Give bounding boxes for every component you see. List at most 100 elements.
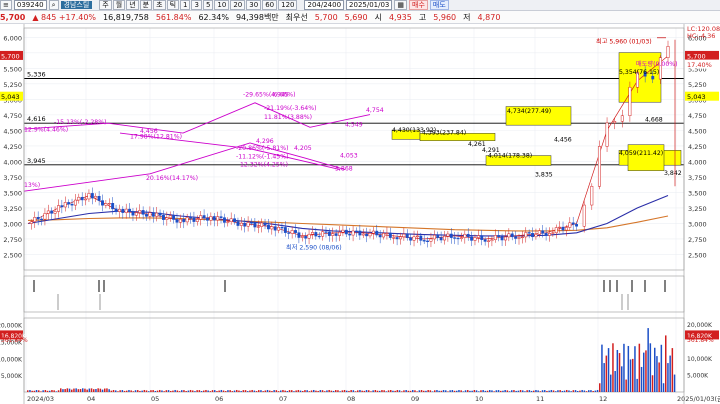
- volume-bar: [196, 390, 198, 392]
- volume-bar: [563, 390, 566, 392]
- volume-bar: [165, 390, 168, 392]
- volume-bar: [266, 389, 269, 392]
- volume-bar: [555, 391, 557, 392]
- period-tab-1[interactable]: 월: [112, 0, 126, 10]
- y-tick-label-right: 4,000: [688, 158, 707, 166]
- stock-chart[interactable]: 5,336 4,616 3,945 최고 5,960 (01/03) 최저 2,590…: [0, 24, 720, 404]
- volume-bar: [640, 366, 643, 392]
- period-tab-12[interactable]: 60: [262, 0, 278, 10]
- volume-bar: [205, 389, 207, 392]
- candle-body: [409, 237, 413, 241]
- calendar-icon[interactable]: ▦: [394, 0, 408, 10]
- candle-body: [459, 237, 463, 239]
- candle-body: [613, 121, 617, 124]
- volume-bar: [95, 389, 97, 392]
- candle-body: [463, 233, 467, 238]
- period-tab-10[interactable]: 20: [230, 0, 246, 10]
- candle-body: [260, 222, 264, 227]
- period-tab-5[interactable]: 틱: [166, 0, 180, 10]
- volume-bar: [42, 390, 44, 392]
- sell-button[interactable]: 매도: [429, 0, 449, 10]
- volume-bar: [328, 389, 330, 392]
- candle-body: [351, 230, 355, 236]
- period-tab-3[interactable]: 분: [139, 0, 153, 10]
- period-tab-2[interactable]: 년: [126, 0, 139, 10]
- chart-annotation: 4,754: [366, 107, 384, 114]
- volume-bar: [436, 390, 438, 392]
- volume-bar: [451, 390, 454, 392]
- period-tab-9[interactable]: 10: [214, 0, 230, 10]
- volume-bar: [346, 390, 348, 392]
- volume-bar: [141, 390, 143, 392]
- volume-bar: [491, 390, 493, 392]
- search-icon[interactable]: ⌕: [48, 0, 59, 10]
- stock-code-input[interactable]: 039240: [13, 0, 47, 10]
- volume-bar: [418, 390, 421, 392]
- candle-body: [548, 233, 551, 236]
- volume-bar: [51, 390, 53, 392]
- y-tick-label: 4,000: [3, 158, 22, 166]
- stock-name[interactable]: 경남스틸: [60, 1, 93, 9]
- candle-body: [107, 203, 111, 205]
- period-tab-0[interactable]: 주: [99, 0, 112, 10]
- candle-body: [101, 200, 104, 206]
- volume-bar: [502, 390, 504, 392]
- candle-body: [158, 212, 162, 216]
- period-tab-6[interactable]: 1: [180, 0, 191, 10]
- data-range-input[interactable]: 204/2400: [304, 0, 345, 10]
- period-tab-7[interactable]: 3: [191, 0, 202, 10]
- candle-body: [94, 195, 98, 199]
- volume-bar: [275, 390, 278, 392]
- period-tab-8[interactable]: 5: [202, 0, 214, 10]
- volume-bar: [482, 390, 484, 392]
- low-price: 4,870: [477, 12, 501, 22]
- price-change: ▲ 845 +17.40%: [32, 12, 97, 22]
- candle-body: [189, 217, 192, 219]
- volume-bar: [511, 390, 513, 392]
- y-tick-label-right: 5,250: [688, 81, 707, 89]
- period-tab-4[interactable]: 초: [153, 0, 166, 10]
- chart-toolbar: ≡ 039240 ⌕ 경남스틸 주 월 년 분 초 틱 1 3 5 10 20 30 60 120 204…: [0, 0, 720, 11]
- date-input[interactable]: 2025/01/03: [346, 0, 393, 10]
- volume-bar: [401, 391, 403, 392]
- menu-button[interactable]: ≡: [0, 0, 12, 10]
- volume-bar: [577, 390, 579, 392]
- chart-annotation: -21.19%(-3.64%): [264, 105, 317, 112]
- candle-body: [544, 233, 548, 236]
- volume-bar: [368, 390, 370, 392]
- period-tab-11[interactable]: 30: [246, 0, 262, 10]
- buy-button[interactable]: 매수: [409, 0, 428, 10]
- candle-body: [321, 231, 325, 237]
- volume-bar: [271, 391, 273, 392]
- chart-annotation: 20.16%(14.17%): [146, 175, 198, 182]
- candle-body: [388, 232, 392, 238]
- y-tick-label-right: 3,500: [688, 189, 707, 197]
- volume-bar: [343, 389, 346, 392]
- volume-bar: [423, 390, 425, 392]
- left-price-tag-text: 5,700: [1, 52, 20, 60]
- candle-body: [246, 222, 250, 227]
- candle-body: [510, 233, 514, 238]
- volume-bar: [77, 389, 80, 392]
- candle-body: [666, 46, 670, 58]
- volume-bar: [431, 391, 434, 392]
- candle-body: [175, 219, 179, 223]
- period-tab-13[interactable]: 120: [278, 0, 298, 10]
- y-tick-label: 2,750: [3, 236, 22, 244]
- volume-bar: [101, 389, 104, 392]
- candle-body: [70, 203, 74, 206]
- volume-bar: [181, 390, 183, 392]
- candle-body: [575, 224, 579, 227]
- candle-body: [395, 237, 399, 240]
- candle-body: [29, 221, 33, 224]
- chart-annotation: 최저 2,590 (08/06): [286, 244, 342, 252]
- volume-bar: [174, 389, 176, 392]
- volume-bar: [508, 391, 511, 392]
- volume-bar: [447, 391, 449, 392]
- candle-body: [436, 234, 440, 238]
- candle-body: [341, 229, 345, 233]
- y-tick-label: 3,750: [3, 174, 22, 182]
- candle-body: [148, 212, 152, 217]
- support-line-label: 3,945: [27, 157, 46, 165]
- candle-body: [117, 208, 121, 212]
